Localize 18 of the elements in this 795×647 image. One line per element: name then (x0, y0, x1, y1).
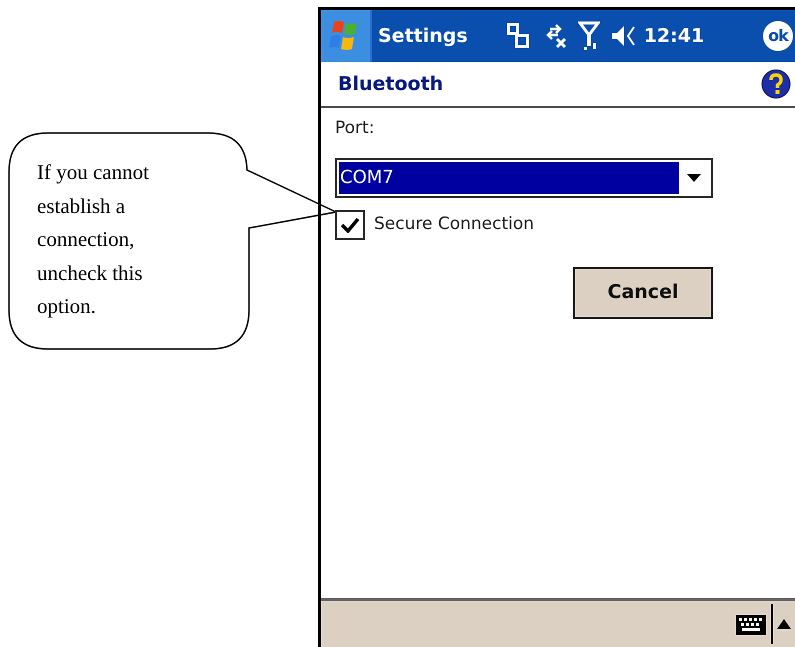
ok-button[interactable]: ok (763, 21, 793, 51)
antenna-signal-icon (578, 21, 600, 51)
start-button[interactable] (321, 10, 372, 62)
dropdown-arrow-icon (687, 174, 701, 182)
callout-text: If you cannot establish a connection, uncheck this option. (37, 159, 150, 320)
help-icon[interactable] (761, 69, 791, 99)
checkbox-label: Secure Connection (374, 212, 534, 236)
cancel-button[interactable]: Cancel (573, 266, 713, 318)
secure-checkbox[interactable] (335, 210, 365, 240)
clock-time: 12:41 (644, 24, 704, 49)
port-label: Port: (335, 117, 376, 140)
check-icon (340, 216, 360, 232)
data-connection-icon (506, 22, 530, 50)
port-dropdown[interactable]: COM7 (335, 158, 713, 198)
window-title: Settings (378, 24, 468, 49)
input-menu-arrow-icon[interactable] (777, 619, 791, 629)
keyboard-icon[interactable] (735, 612, 767, 636)
page-title: Bluetooth (338, 72, 444, 97)
